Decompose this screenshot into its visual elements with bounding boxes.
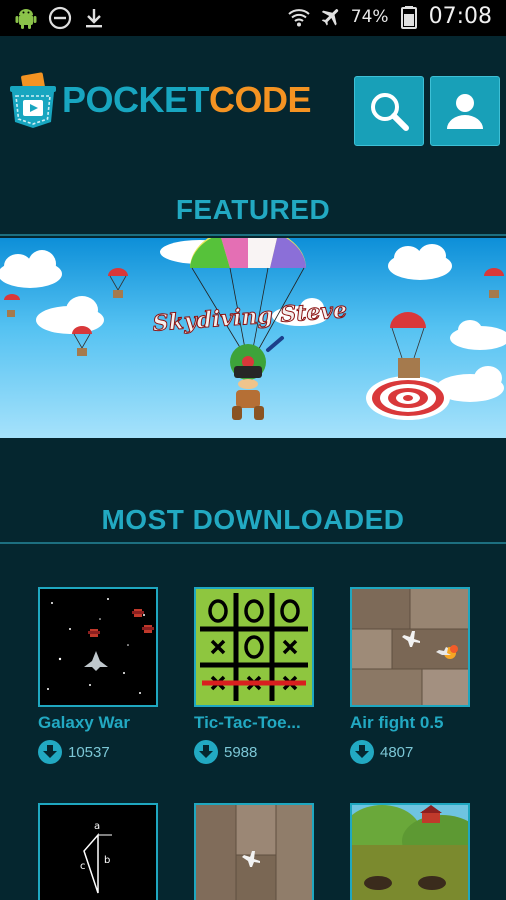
program-card-5[interactable] bbox=[194, 803, 314, 900]
app-header: POCKETCODE bbox=[0, 36, 506, 164]
most-downloaded-divider bbox=[0, 542, 506, 544]
search-button[interactable] bbox=[354, 76, 424, 146]
green-hill-thumbnail-art bbox=[352, 805, 468, 900]
download-count: 5988 bbox=[194, 740, 257, 764]
triangle-label-c: c bbox=[80, 861, 86, 872]
program-thumbnail[interactable] bbox=[194, 803, 314, 900]
galaxy-war-thumbnail-art bbox=[47, 598, 154, 694]
battery-icon bbox=[400, 5, 417, 29]
triangle-label-a: a bbox=[94, 821, 100, 832]
program-card-4[interactable]: a b c bbox=[38, 803, 158, 900]
air-fight-thumbnail-art bbox=[352, 589, 468, 705]
program-thumbnail[interactable] bbox=[38, 587, 158, 707]
download-count: 10537 bbox=[38, 740, 110, 764]
featured-banner-art: Skydiving Steve bbox=[0, 238, 506, 420]
program-card-galaxy-war[interactable]: Galaxy War 10537 bbox=[38, 587, 158, 767]
battery-percent: 74% bbox=[350, 6, 389, 27]
program-card-air-fight[interactable]: Air fight 0.5 4807 bbox=[350, 587, 470, 767]
triangle-label-b: b bbox=[104, 855, 110, 866]
pocket-logo-icon bbox=[10, 72, 56, 128]
program-thumbnail[interactable]: a b c bbox=[38, 803, 158, 900]
clock: 07:08 bbox=[428, 4, 492, 29]
enemy-ships bbox=[88, 609, 154, 637]
download-icon bbox=[86, 9, 102, 28]
triangle-thumbnail-art: a b c bbox=[80, 821, 112, 894]
program-title[interactable]: Air fight 0.5 bbox=[350, 713, 500, 733]
featured-banner[interactable]: Skydiving Steve bbox=[0, 238, 506, 438]
wifi-icon bbox=[288, 8, 310, 26]
download-count-value: 10537 bbox=[68, 743, 110, 761]
profile-button[interactable] bbox=[430, 76, 500, 146]
featured-heading: FEATURED bbox=[175, 194, 331, 225]
program-thumbnail[interactable] bbox=[350, 803, 470, 900]
do-not-disturb-icon bbox=[48, 6, 72, 30]
landing-target bbox=[366, 312, 450, 420]
banner-title: Skydiving Steve bbox=[152, 297, 348, 337]
status-bar: 74% 07:08 bbox=[0, 0, 506, 36]
program-card-tic-tac-toe[interactable]: Tic-Tac-Toe... 5988 bbox=[194, 587, 314, 767]
download-icon bbox=[350, 740, 374, 764]
program-title[interactable]: Tic-Tac-Toe... bbox=[194, 713, 344, 733]
main-parachute bbox=[190, 238, 306, 355]
skydiver-character bbox=[230, 336, 284, 420]
program-thumbnail[interactable] bbox=[350, 587, 470, 707]
logo-text-code: CODE bbox=[209, 79, 312, 120]
wood-floor-thumbnail-art bbox=[196, 805, 312, 900]
featured-divider bbox=[0, 234, 506, 236]
download-count-value: 5988 bbox=[224, 743, 258, 761]
download-count-value: 4807 bbox=[380, 743, 414, 761]
logo-text-pocket: POCKET bbox=[62, 79, 210, 120]
download-icon bbox=[38, 740, 62, 764]
pocket-code-logo[interactable]: POCKETCODE bbox=[6, 70, 312, 130]
download-count: 4807 bbox=[350, 740, 413, 764]
program-thumbnail[interactable] bbox=[194, 587, 314, 707]
tic-tac-toe-thumbnail-art bbox=[200, 593, 308, 701]
program-card-6[interactable] bbox=[350, 803, 470, 900]
android-icon bbox=[15, 9, 37, 29]
user-icon bbox=[447, 94, 483, 129]
logo-text: POCKETCODE bbox=[62, 79, 312, 121]
download-icon bbox=[194, 740, 218, 764]
airplane-icon bbox=[321, 8, 338, 25]
search-icon bbox=[371, 93, 409, 131]
program-title[interactable]: Galaxy War bbox=[38, 713, 188, 733]
most-downloaded-heading: MOST DOWNLOADED bbox=[101, 504, 405, 535]
player-ship bbox=[84, 651, 108, 671]
